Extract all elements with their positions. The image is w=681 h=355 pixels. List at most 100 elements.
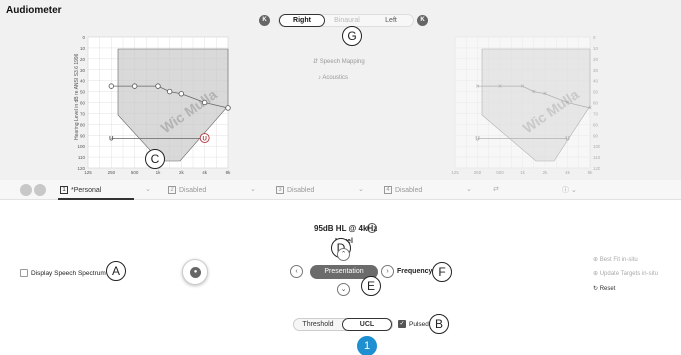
y-tick-label: 60 (593, 101, 599, 106)
tab-program-1[interactable]: 1 *Personal (60, 186, 101, 194)
ear-selector: Right Binaural Left (278, 14, 414, 27)
left-audiogram[interactable]: 0 10 20 30 40 50 60 70 80 90 100 110 120 125 250 500 1k… (440, 30, 600, 180)
info-icon[interactable]: i (367, 223, 377, 233)
callout-f: F (432, 262, 452, 282)
chevron-down-icon[interactable]: ⌄ (358, 185, 364, 193)
ear-option-left[interactable]: Left (369, 15, 413, 26)
y-tick-label: 110 (78, 155, 86, 160)
best-fit-button[interactable]: ⊕ Best Fit in-situ (593, 256, 638, 263)
tab-program-2[interactable]: 2 Disabled (168, 186, 206, 194)
program-tab-bar (0, 180, 681, 200)
y-tick-label: 10 (593, 46, 599, 51)
left-ear-icon[interactable]: K (417, 15, 428, 26)
display-speech-spectrum-label: Display Speech Spectrum (31, 270, 106, 277)
frequency-up-button[interactable]: › (381, 265, 394, 278)
frequency-down-button[interactable]: ‹ (290, 265, 303, 278)
y-tick-label: 90 (80, 133, 86, 138)
x-tick-label: 500 (131, 170, 139, 175)
data-point (178, 91, 185, 97)
display-speech-spectrum-checkbox[interactable] (20, 269, 28, 277)
y-tick-label: 30 (593, 68, 599, 73)
y-tick-label: 70 (593, 111, 599, 116)
ucl-point: U (475, 137, 479, 143)
speech-mapping-link[interactable]: ⇵ Speech Mapping (313, 58, 365, 65)
y-tick-label: 20 (80, 57, 86, 62)
acoustics-link[interactable]: ♪ Acoustics (318, 75, 348, 81)
y-tick-label: 90 (593, 133, 599, 138)
help-icon[interactable]: ⓘ ⌄ (562, 185, 577, 195)
level-down-button[interactable]: ⌄ (337, 283, 350, 296)
data-point: × (520, 83, 524, 90)
reset-icon: ↻ (593, 286, 600, 292)
callout-c: C (145, 149, 165, 169)
data-point (225, 105, 231, 111)
x-tick-label: 1k (156, 170, 162, 175)
data-point (131, 83, 138, 89)
ear-option-binaural[interactable]: Binaural (325, 15, 369, 26)
threshold-ucl-toggle: Threshold UCL (293, 318, 393, 331)
callout-g: G (342, 26, 362, 46)
data-point (108, 83, 115, 89)
y-tick-label: 80 (593, 122, 599, 127)
data-point (201, 99, 208, 106)
left-y-ticks: 0 10 20 30 40 50 60 70 80 90 100 110 120 (593, 35, 600, 171)
update-targets-button[interactable]: ⊕ Update Targets in-situ (593, 270, 658, 277)
data-point: × (475, 83, 479, 90)
active-tab-indicator (58, 198, 134, 200)
threshold-option[interactable]: Threshold (294, 319, 342, 330)
y-tick-label: 120 (593, 166, 600, 171)
x-tick-label: 2k (543, 170, 549, 175)
data-point (166, 88, 173, 95)
undo-icon[interactable] (20, 184, 32, 196)
ucl-point: U (565, 137, 569, 143)
ucl-point: U (202, 137, 206, 143)
chevron-down-icon[interactable]: ⌄ (466, 185, 472, 193)
callout-a: A (106, 261, 126, 281)
y-tick-label: 50 (593, 90, 599, 95)
ucl-option[interactable]: UCL (342, 318, 392, 331)
data-point: × (532, 89, 536, 96)
x-tick-label: 500 (496, 170, 504, 175)
y-tick-label: 20 (593, 57, 599, 62)
frequency-label: Frequency (397, 268, 433, 275)
data-point: × (565, 100, 569, 107)
chevron-down-icon[interactable]: ⌄ (250, 185, 256, 193)
ucl-point: U (109, 137, 113, 143)
data-point: × (543, 91, 547, 98)
y-tick-label: 100 (77, 144, 85, 149)
update-targets-icon: ⊕ (593, 271, 600, 277)
callout-e: E (361, 276, 381, 296)
chevron-down-icon[interactable]: ⌄ (145, 185, 151, 193)
pulsed-checkbox[interactable]: ✓ (398, 320, 406, 328)
x-tick-label: 2k (179, 170, 185, 175)
y-tick-label: 100 (593, 144, 600, 149)
y-tick-label: 70 (80, 111, 86, 116)
y-tick-label: 30 (80, 68, 86, 73)
y-tick-label: 10 (80, 46, 86, 51)
x-tick-label: 250 (108, 170, 116, 175)
x-tick-label: 125 (84, 170, 92, 175)
level-up-button[interactable]: ⌃ (337, 248, 350, 261)
tab-program-3[interactable]: 3 Disabled (276, 186, 314, 194)
x-tick-label: 1k (520, 170, 526, 175)
redo-icon[interactable] (34, 184, 46, 196)
y-tick-label: 80 (80, 122, 86, 127)
y-tick-label: 110 (593, 155, 600, 160)
right-x-ticks: 125 250 500 1k 2k 4k 8k (84, 170, 231, 175)
x-tick-label: 4k (202, 170, 208, 175)
tab-program-4[interactable]: 4 Disabled (384, 186, 422, 194)
link-icon[interactable]: ⇄ (493, 185, 499, 193)
reset-button[interactable]: ↻ Reset (593, 285, 615, 292)
y-tick-label: 40 (80, 79, 86, 84)
app-title: Audiometer (6, 5, 62, 16)
x-tick-label: 250 (474, 170, 482, 175)
right-ear-icon[interactable]: K (259, 15, 270, 26)
microphone-icon: ● (190, 267, 201, 278)
microphone-button[interactable]: ● (182, 259, 208, 285)
callout-b: B (429, 314, 449, 334)
x-tick-label: 8k (226, 170, 232, 175)
x-tick-label: 4k (565, 170, 571, 175)
data-point (155, 83, 161, 89)
y-tick-label: 50 (80, 90, 86, 95)
ear-option-right[interactable]: Right (279, 14, 325, 27)
